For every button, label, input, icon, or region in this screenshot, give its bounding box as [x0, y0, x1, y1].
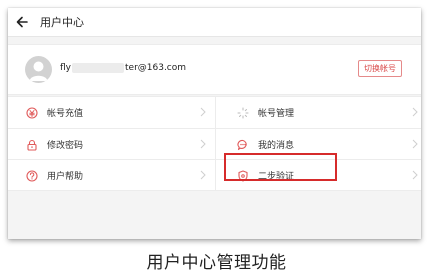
menu-item-label: 用户帮助 [47, 172, 84, 182]
menu-row: 帐号充值 帐号管理 [8, 97, 421, 128]
menu-item-my-messages[interactable]: 我的消息 [216, 129, 421, 160]
recharge-icon [25, 106, 39, 120]
username-prefix: fly [60, 63, 71, 73]
menu-item-account-recharge[interactable]: 帐号充值 [8, 97, 216, 128]
username-suffix: ter@163.com [125, 63, 187, 73]
shield-icon [236, 169, 250, 183]
chevron-right-icon [411, 170, 419, 180]
menu-item-account-management[interactable]: 帐号管理 [216, 97, 421, 128]
chevron-right-icon [199, 170, 207, 180]
chevron-right-icon [199, 139, 207, 149]
chevron-right-icon [411, 107, 419, 117]
menu-item-label: 修改密码 [47, 141, 84, 151]
menu-row: 修改密码 我的消息 [8, 128, 421, 160]
help-icon [25, 169, 39, 183]
message-icon [236, 138, 250, 152]
menu-item-label: 帐号充值 [47, 109, 84, 119]
back-arrow-icon[interactable] [8, 8, 36, 36]
menu-row: 用户帮助 二步验证 [8, 159, 421, 191]
chevron-right-icon [199, 107, 207, 117]
lock-icon [25, 138, 39, 152]
caption: 用户中心管理功能 [146, 253, 287, 273]
menu-grid: 帐号充值 帐号管理 修改密码 我的消息 用户帮助 二步验证 [8, 96, 421, 191]
profile-card: fly ter@163.com 切换帐号 [8, 44, 421, 95]
switch-account-button[interactable]: 切换帐号 [358, 60, 402, 77]
loading-spinner-icon [236, 106, 250, 120]
username-redaction [72, 63, 124, 73]
avatar[interactable] [25, 56, 52, 83]
chevron-right-icon [411, 139, 419, 149]
menu-item-label: 我的消息 [258, 141, 295, 151]
menu-item-change-password[interactable]: 修改密码 [8, 129, 216, 160]
app-screen: 用户中心 fly ter@163.com 切换帐号 帐号充值 帐号管理 修改密码… [8, 8, 421, 239]
menu-item-two-step-verification[interactable]: 二步验证 [216, 160, 421, 191]
menu-item-label: 帐号管理 [258, 109, 295, 119]
username: fly ter@163.com [60, 63, 186, 73]
menu-item-label: 二步验证 [258, 172, 295, 182]
page-title: 用户中心 [40, 16, 84, 29]
top-bar: 用户中心 [8, 8, 421, 37]
menu-item-user-help[interactable]: 用户帮助 [8, 160, 216, 191]
